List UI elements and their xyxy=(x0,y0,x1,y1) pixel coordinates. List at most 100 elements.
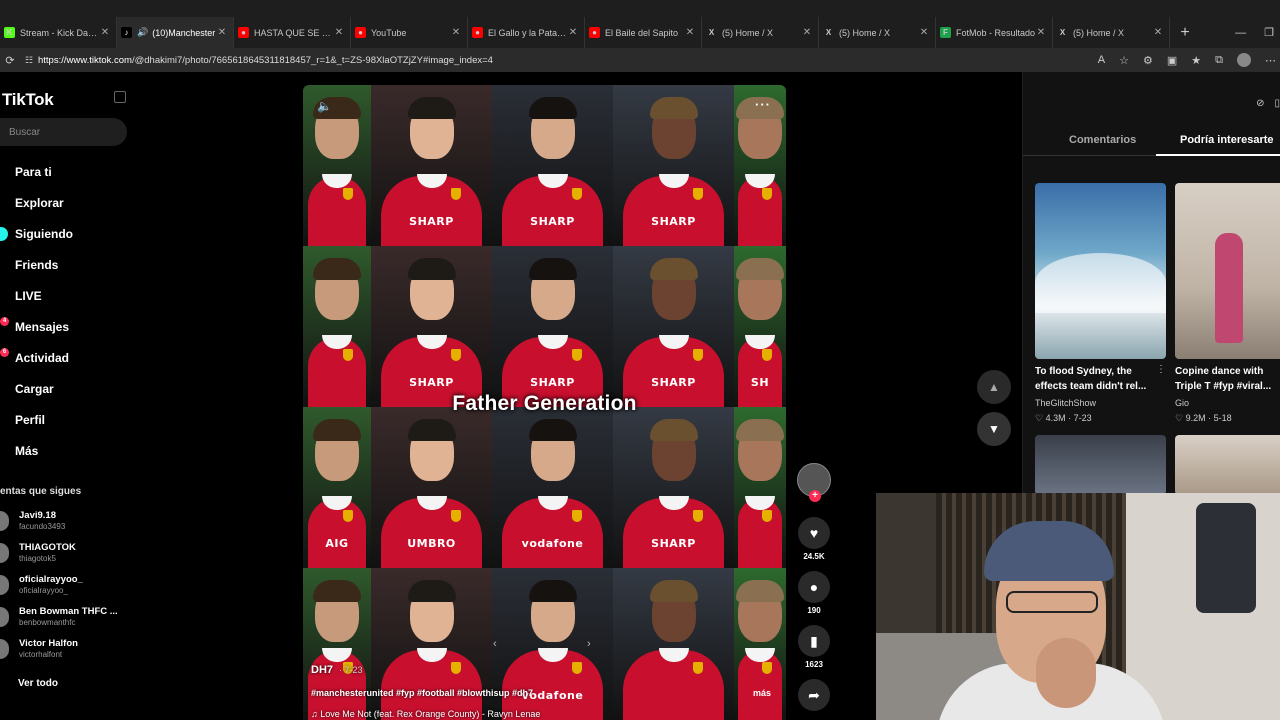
photo-post[interactable]: SHARP SHARP SHARP SHARP SHARP SHARP SH AIG UMBRO… xyxy=(303,85,786,720)
rec-title[interactable]: Copine dance with Triple T #fyp #viral..… xyxy=(1175,364,1280,394)
post-author[interactable]: DH7 · 7-23 xyxy=(311,664,363,676)
close-icon[interactable]: ✕ xyxy=(685,27,695,38)
sidebar-item-mensajes[interactable]: 4 Mensajes xyxy=(0,311,73,342)
browser-tab[interactable]: ● El Baile del Sapito ✕ xyxy=(585,17,702,48)
tiktok-sidebar: TikTok Buscar Para ti Explorar Siguiendo Fr… xyxy=(0,72,140,720)
club-crest-icon xyxy=(450,510,461,522)
close-icon[interactable]: ✕ xyxy=(451,27,461,38)
followed-account[interactable]: Victor Halfon victorhalfont xyxy=(0,636,135,664)
minimize-icon[interactable]: — xyxy=(1235,27,1246,39)
close-icon[interactable]: ✕ xyxy=(1036,27,1046,38)
player-photo: SHARP xyxy=(371,246,492,407)
favorites-icon[interactable]: ★ xyxy=(1191,54,1201,67)
site-info-icon[interactable]: ☷ xyxy=(20,55,38,66)
close-icon[interactable]: ✕ xyxy=(334,27,344,38)
follow-plus-icon[interactable]: + xyxy=(809,490,821,502)
prev-image-icon[interactable]: ‹ xyxy=(493,638,497,650)
player-hair xyxy=(313,580,361,602)
tab-comments[interactable]: Comentarios xyxy=(1069,134,1136,146)
browser-tab[interactable]: X (5) Home / X ✕ xyxy=(702,17,819,48)
comment-button[interactable]: ● 190 xyxy=(797,571,831,617)
browser-tab[interactable]: ● HASTA QUE SE TE R ✕ xyxy=(234,17,351,48)
save-button[interactable]: ▮ 1623 xyxy=(797,625,831,671)
rec-thumbnail[interactable] xyxy=(1035,435,1166,495)
url-field[interactable]: https://www.tiktok.com/@dhakimi7/photo/7… xyxy=(38,55,1098,66)
maximize-icon[interactable]: ❐ xyxy=(1264,26,1274,39)
collapse-sidebar-icon[interactable] xyxy=(114,91,126,103)
chevron-up-icon[interactable]: ▲ xyxy=(977,370,1011,404)
more-options-icon[interactable]: ⋯ xyxy=(1265,54,1276,67)
share-button[interactable]: ➦ xyxy=(797,679,831,711)
browser-tab[interactable]: X (5) Home / X ✕ xyxy=(1053,17,1170,48)
sidebar-item-cargar[interactable]: Cargar xyxy=(0,373,73,404)
volume-icon[interactable]: 🔈 xyxy=(317,99,332,113)
music-credit[interactable]: ♫ Love Me Not (feat. Rex Orange County) … xyxy=(311,709,540,719)
rec-more-icon[interactable]: ⋮ xyxy=(1156,364,1166,375)
tiktok-logo[interactable]: TikTok xyxy=(2,90,54,110)
chevron-down-icon[interactable]: ▼ xyxy=(977,412,1011,446)
close-icon[interactable]: ✕ xyxy=(568,27,578,38)
close-icon[interactable]: ✕ xyxy=(802,27,812,38)
sidebar-item-live[interactable]: LIVE xyxy=(0,280,73,311)
like-button[interactable]: ♥ 24.5K xyxy=(797,517,831,563)
sidebar-item-friends[interactable]: Friends xyxy=(0,249,73,280)
translate-icon[interactable]: A xyxy=(1098,54,1105,66)
rec-author[interactable]: TheGlitchShow xyxy=(1035,398,1096,408)
extensions-icon[interactable]: ⚙ xyxy=(1143,54,1153,67)
close-icon[interactable]: ✕ xyxy=(217,27,227,38)
nav-label: LIVE xyxy=(15,288,42,303)
reload-icon[interactable]: ⟳ xyxy=(0,54,20,67)
player-hair xyxy=(736,419,784,441)
split-screen-icon[interactable]: ▣ xyxy=(1167,54,1177,67)
more-link[interactable]: más xyxy=(753,688,771,698)
search-input[interactable]: Buscar xyxy=(0,118,127,146)
sidebar-item-actividad[interactable]: 6 Actividad xyxy=(0,342,73,373)
close-icon[interactable]: ✕ xyxy=(919,27,929,38)
new-tab-button[interactable]: + xyxy=(1170,17,1200,48)
speaker-icon[interactable]: 🔊 xyxy=(137,27,148,38)
nav-label: Friends xyxy=(15,257,59,272)
browser-tab[interactable]: K Stream - Kick Dashb ✕ xyxy=(0,17,117,48)
avatar xyxy=(0,511,9,531)
rec-title[interactable]: To flood Sydney, the effects team didn't… xyxy=(1035,364,1160,394)
see-all-link[interactable]: Ver todo xyxy=(18,678,58,689)
next-image-icon[interactable]: › xyxy=(587,638,591,650)
browser-tab[interactable]: X (5) Home / X ✕ xyxy=(819,17,936,48)
player-hair xyxy=(649,580,698,602)
rec-author[interactable]: Gio xyxy=(1175,398,1189,408)
browser-tab[interactable]: F FotMob - Resultado ✕ xyxy=(936,17,1053,48)
creator-avatar[interactable]: + xyxy=(797,463,831,502)
pip-icon[interactable]: ⊘ xyxy=(1256,98,1264,109)
sidebar-item-explorar[interactable]: Explorar xyxy=(0,187,73,218)
device-icon[interactable]: ▯ xyxy=(1274,98,1280,109)
followed-account[interactable]: oficialrayyoo_ oficialrayyoo_ xyxy=(0,572,135,600)
browser-tab[interactable]: ● YouTube ✕ xyxy=(351,17,468,48)
browser-tab[interactable]: ● El Gallo y la Pata - C ✕ xyxy=(468,17,585,48)
rec-thumbnail[interactable] xyxy=(1175,435,1280,495)
profile-avatar[interactable] xyxy=(1237,53,1251,67)
rec-thumbnail[interactable] xyxy=(1035,183,1166,359)
collections-icon[interactable]: ⧉ xyxy=(1215,54,1223,67)
browser-tab[interactable]: ♪ 🔊 (10)Manchester ✕ xyxy=(117,17,234,48)
club-crest-icon xyxy=(343,188,354,200)
followed-account[interactable]: Javi9.18 facundo3493 xyxy=(0,508,135,536)
sidebar-item-m-s[interactable]: Más xyxy=(0,435,73,466)
player-hair xyxy=(313,258,361,280)
notification-badge: 4 xyxy=(0,317,9,326)
favorite-star-icon[interactable]: ☆ xyxy=(1119,54,1129,67)
followed-account[interactable]: THIAGOTOK thiagotok5 xyxy=(0,540,135,568)
sponsor-text: SHARP xyxy=(409,215,454,228)
close-icon[interactable]: ✕ xyxy=(100,27,110,38)
close-icon[interactable]: ✕ xyxy=(1153,27,1163,38)
sidebar-item-perfil[interactable]: Perfil xyxy=(0,404,73,435)
followed-account[interactable]: Ben Bowman THFC ... benbowmanthfc xyxy=(0,604,135,632)
following-accounts-title: entas que sigues xyxy=(0,486,82,497)
tab-recommended[interactable]: Podría interesarte xyxy=(1180,134,1274,146)
rec-thumbnail[interactable] xyxy=(1175,183,1280,359)
tab-label: (5) Home / X xyxy=(839,27,891,38)
player-hair xyxy=(528,419,577,441)
tab-favicon-icon: X xyxy=(1057,27,1068,38)
sidebar-item-siguiendo[interactable]: Siguiendo xyxy=(0,218,73,249)
more-menu-icon[interactable]: ··· xyxy=(755,97,771,112)
sidebar-item-para-ti[interactable]: Para ti xyxy=(0,156,73,187)
